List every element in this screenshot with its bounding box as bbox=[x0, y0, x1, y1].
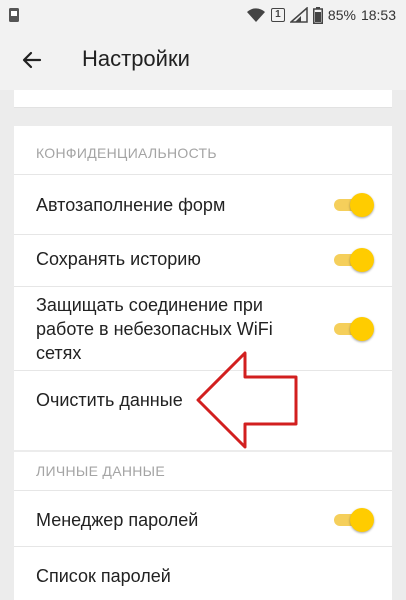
toggle-thumb bbox=[350, 508, 374, 532]
privacy-section: КОНФИДЕНЦИАЛЬНОСТЬ Автозаполнение форм С… bbox=[14, 126, 392, 450]
password-manager-label: Менеджер паролей bbox=[36, 510, 199, 530]
phone-message-icon bbox=[9, 8, 19, 22]
previous-settings-card bbox=[14, 90, 392, 108]
save-history-toggle[interactable] bbox=[334, 248, 374, 272]
personal-data-section: ЛИЧНЫЕ ДАННЫЕ Менеджер паролей Список па… bbox=[14, 452, 392, 600]
status-bar: 1 85% 18:53 bbox=[0, 0, 406, 30]
clear-data-label: Очистить данные bbox=[36, 390, 183, 410]
wifi-icon bbox=[246, 8, 265, 22]
personal-header: ЛИЧНЫЕ ДАННЫЕ bbox=[36, 463, 165, 479]
protect-wifi-label: Защищать соединение при работе в небезоп… bbox=[36, 295, 273, 363]
password-list-row[interactable]: Список паролей bbox=[14, 546, 392, 600]
password-manager-toggle[interactable] bbox=[334, 508, 374, 532]
page-title: Настройки bbox=[82, 46, 190, 71]
signal-icon bbox=[289, 7, 308, 23]
autofill-forms-label: Автозаполнение форм bbox=[36, 195, 226, 215]
protect-wifi-toggle[interactable] bbox=[334, 317, 374, 341]
app-bar: Настройки bbox=[0, 30, 406, 90]
toggle-thumb bbox=[350, 317, 374, 341]
privacy-header: КОНФИДЕНЦИАЛЬНОСТЬ bbox=[36, 145, 217, 161]
autofill-forms-toggle[interactable] bbox=[334, 193, 374, 217]
status-icons: 1 85% 18:53 bbox=[246, 5, 396, 25]
back-arrow-icon[interactable] bbox=[20, 48, 44, 72]
password-manager-row[interactable]: Менеджер паролей bbox=[14, 490, 392, 546]
autofill-forms-row[interactable]: Автозаполнение форм bbox=[14, 174, 392, 234]
sim-badge: 1 bbox=[270, 8, 285, 22]
clear-data-row[interactable]: Очистить данные bbox=[14, 370, 392, 426]
save-history-row[interactable]: Сохранять историю bbox=[14, 234, 392, 286]
password-list-label: Список паролей bbox=[36, 566, 171, 586]
save-history-label: Сохранять историю bbox=[36, 249, 201, 269]
toggle-thumb bbox=[350, 248, 374, 272]
battery-icon bbox=[312, 6, 323, 24]
battery-percent: 85% bbox=[327, 7, 356, 23]
clock: 18:53 bbox=[360, 7, 396, 23]
toggle-thumb bbox=[350, 193, 374, 217]
protect-wifi-row[interactable]: Защищать соединение при работе в небезоп… bbox=[14, 286, 392, 370]
